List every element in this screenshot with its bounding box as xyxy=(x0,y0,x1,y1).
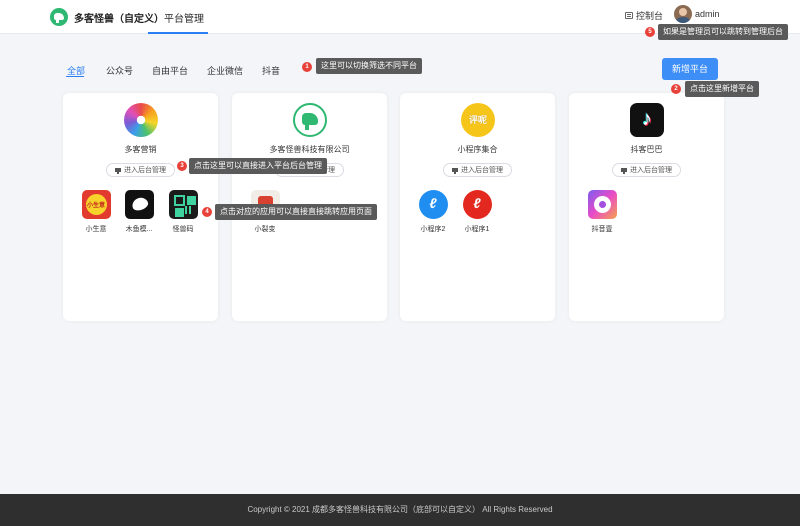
xiaoshengyi-icon: 小生意 xyxy=(81,190,111,219)
fish-icon xyxy=(124,190,154,219)
guide-tooltip: 如果是管理员可以跳转到管理后台 xyxy=(658,24,788,40)
footer-copyright: Copyright © 2021 成都多客怪兽科技有限公司（底部可以自定义） A… xyxy=(0,494,800,526)
app-item[interactable]: 木鱼模... xyxy=(119,190,159,234)
app-item[interactable]: 小生意 小生意 xyxy=(76,190,116,234)
app-name: 小生意 xyxy=(85,226,107,233)
guide-tooltip: 点击这里新增平台 xyxy=(685,81,759,97)
nav-active-indicator xyxy=(148,32,208,34)
miniprogram-icon: ℓ xyxy=(462,190,492,219)
tab-enterprise-wechat[interactable]: 企业微信 xyxy=(207,64,243,77)
platform-card: ♪ 抖客巴巴 进入后台管理 抖音壹 xyxy=(569,93,724,321)
app-name: 怪兽码 xyxy=(172,226,194,233)
console-link[interactable]: 控制台 xyxy=(625,9,663,22)
platform-title: 抖客巴巴 xyxy=(630,145,663,154)
app-name: 木鱼模... xyxy=(125,226,153,233)
app-item[interactable]: 怪兽码 xyxy=(163,190,203,234)
platform-card: 评呢 小程序集合 进入后台管理 ℓ 小程序2 ℓ 小程序1 xyxy=(400,93,555,321)
enter-backend-button[interactable]: 进入后台管理 xyxy=(612,163,681,177)
guide-badge: 5 xyxy=(645,27,655,37)
enter-backend-button[interactable]: 进入后台管理 xyxy=(443,163,512,177)
flower-logo-icon xyxy=(124,103,158,137)
dino-logo-icon xyxy=(293,103,327,137)
guide-badge: 2 xyxy=(671,84,681,94)
tab-active-indicator xyxy=(66,76,84,77)
platform-title: 多客营销 xyxy=(124,145,157,154)
app-name: 小裂变 xyxy=(254,226,276,233)
user-avatar[interactable] xyxy=(674,5,692,23)
guide-tooltip: 点击这里可以直接进入平台后台管理 xyxy=(189,158,327,174)
xiaoshengyi-icon-text: 小生意 xyxy=(86,203,105,209)
guide-tooltip: 点击对应的应用可以直接直接跳转应用页面 xyxy=(215,204,377,220)
enter-backend-label: 进入后台管理 xyxy=(461,167,503,174)
enter-backend-label: 进入后台管理 xyxy=(630,167,672,174)
monitor-icon xyxy=(621,168,627,174)
tab-official-account[interactable]: 公众号 xyxy=(106,64,133,77)
miniprogram-glyph: ℓ xyxy=(473,195,481,211)
app-name: 抖音壹 xyxy=(591,226,613,233)
app-name: 小程序1 xyxy=(464,226,490,233)
monitor-icon xyxy=(115,168,121,174)
enter-backend-label: 进入后台管理 xyxy=(124,167,166,174)
platform-card: 多客营销 进入后台管理 小生意 小生意 木鱼模... 怪兽码 xyxy=(63,93,218,321)
enter-backend-button[interactable]: 进入后台管理 xyxy=(106,163,175,177)
guide-tooltip: 这里可以切换筛选不同平台 xyxy=(316,58,422,74)
miniprogram-glyph: ℓ xyxy=(429,195,437,211)
monitor-icon xyxy=(452,168,458,174)
app-item[interactable]: ℓ 小程序2 xyxy=(413,190,453,234)
console-icon xyxy=(625,12,633,19)
platform-title: 多客怪兽科技有限公司 xyxy=(269,145,350,154)
miniprogram-icon: ℓ xyxy=(418,190,448,219)
add-platform-button[interactable]: 新增平台 xyxy=(662,58,718,80)
tab-douyin[interactable]: 抖音 xyxy=(262,64,280,77)
user-name[interactable]: admin xyxy=(695,9,720,19)
qrcode-icon xyxy=(168,190,198,219)
guide-badge: 4 xyxy=(202,207,212,217)
guide-badge: 3 xyxy=(177,161,187,171)
tiktok-logo-icon: ♪ xyxy=(630,103,664,137)
disc-icon xyxy=(587,190,617,219)
yellow-logo-icon: 评呢 xyxy=(461,103,495,137)
app-item[interactable]: ℓ 小程序1 xyxy=(457,190,497,234)
app-name: 小程序2 xyxy=(420,226,446,233)
nav-platform-management[interactable]: 平台管理 xyxy=(164,10,204,25)
tab-free-platform[interactable]: 自由平台 xyxy=(152,64,188,77)
console-label: 控制台 xyxy=(636,11,664,21)
yellow-logo-text: 评呢 xyxy=(468,115,487,125)
app-item[interactable]: 抖音壹 xyxy=(582,190,622,234)
brand-name: 多客怪兽（自定义） xyxy=(74,14,164,25)
platform-title: 小程序集合 xyxy=(457,145,498,154)
brand-logo-icon[interactable] xyxy=(50,8,68,26)
guide-badge: 1 xyxy=(302,62,312,72)
